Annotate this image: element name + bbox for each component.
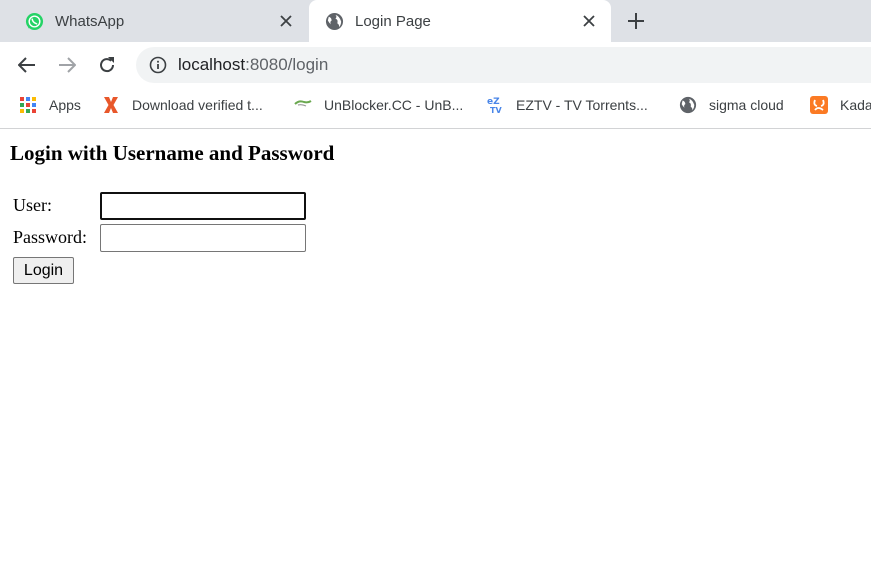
url-path: :8080/login — [245, 55, 329, 74]
unblocker-icon — [294, 100, 312, 107]
eztv-icon: eZ TV — [487, 97, 502, 114]
globe-icon — [679, 96, 697, 114]
apps-grid-icon — [20, 97, 36, 113]
close-tab-icon[interactable] — [575, 7, 603, 35]
bookmark-kada[interactable]: Kada — [810, 88, 871, 122]
xampp-icon — [810, 96, 828, 114]
tab-title: WhatsApp — [55, 12, 125, 30]
password-input[interactable] — [100, 224, 306, 252]
info-icon[interactable] — [149, 56, 167, 74]
tab-whatsapp[interactable]: WhatsApp — [0, 0, 308, 42]
url-text: localhost:8080/login — [178, 55, 328, 75]
password-label: Password: — [13, 227, 88, 247]
back-arrow-icon[interactable] — [13, 51, 41, 79]
bookmark-label: EZTV - TV Torrents... — [516, 97, 648, 113]
page-content: Login with Username and Password User: P… — [0, 129, 871, 563]
bookmark-label: UnBlocker.CC - UnB... — [324, 97, 464, 113]
whatsapp-icon — [25, 12, 44, 30]
globe-icon — [325, 12, 344, 30]
browser-toolbar: localhost:8080/login — [0, 42, 871, 88]
x-logo-icon — [104, 97, 118, 113]
bookmark-label: Apps — [49, 97, 81, 113]
tab-strip: WhatsApp Login Page — [0, 0, 871, 42]
bookmark-label: Kada — [840, 97, 871, 113]
bookmark-download-verified[interactable]: Download verified t... — [102, 88, 263, 122]
close-tab-icon[interactable] — [272, 7, 300, 35]
forward-arrow-icon[interactable] — [53, 51, 81, 79]
bookmark-label: sigma cloud — [709, 97, 784, 113]
login-button[interactable]: Login — [13, 257, 74, 284]
bookmark-eztv[interactable]: eZ TV EZTV - TV Torrents... — [486, 88, 648, 122]
user-input[interactable] — [100, 192, 306, 220]
bookmark-label: Download verified t... — [132, 97, 263, 113]
url-host: localhost — [178, 55, 246, 74]
tab-title: Login Page — [355, 12, 431, 30]
bookmark-sigma-cloud[interactable]: sigma cloud — [679, 88, 784, 122]
address-bar[interactable]: localhost:8080/login — [136, 47, 871, 83]
page-title: Login with Username and Password — [10, 141, 335, 165]
svg-text:TV: TV — [490, 106, 502, 114]
user-label: User: — [13, 195, 52, 215]
reload-icon[interactable] — [93, 51, 121, 79]
new-tab-icon[interactable] — [622, 7, 650, 35]
bookmark-apps[interactable]: Apps — [19, 88, 81, 122]
bookmarks-bar: Apps Download verified t... UnBlocker.CC… — [0, 88, 871, 129]
tab-login-page[interactable]: Login Page — [309, 0, 611, 42]
bookmark-unblocker[interactable]: UnBlocker.CC - UnB... — [294, 88, 463, 122]
